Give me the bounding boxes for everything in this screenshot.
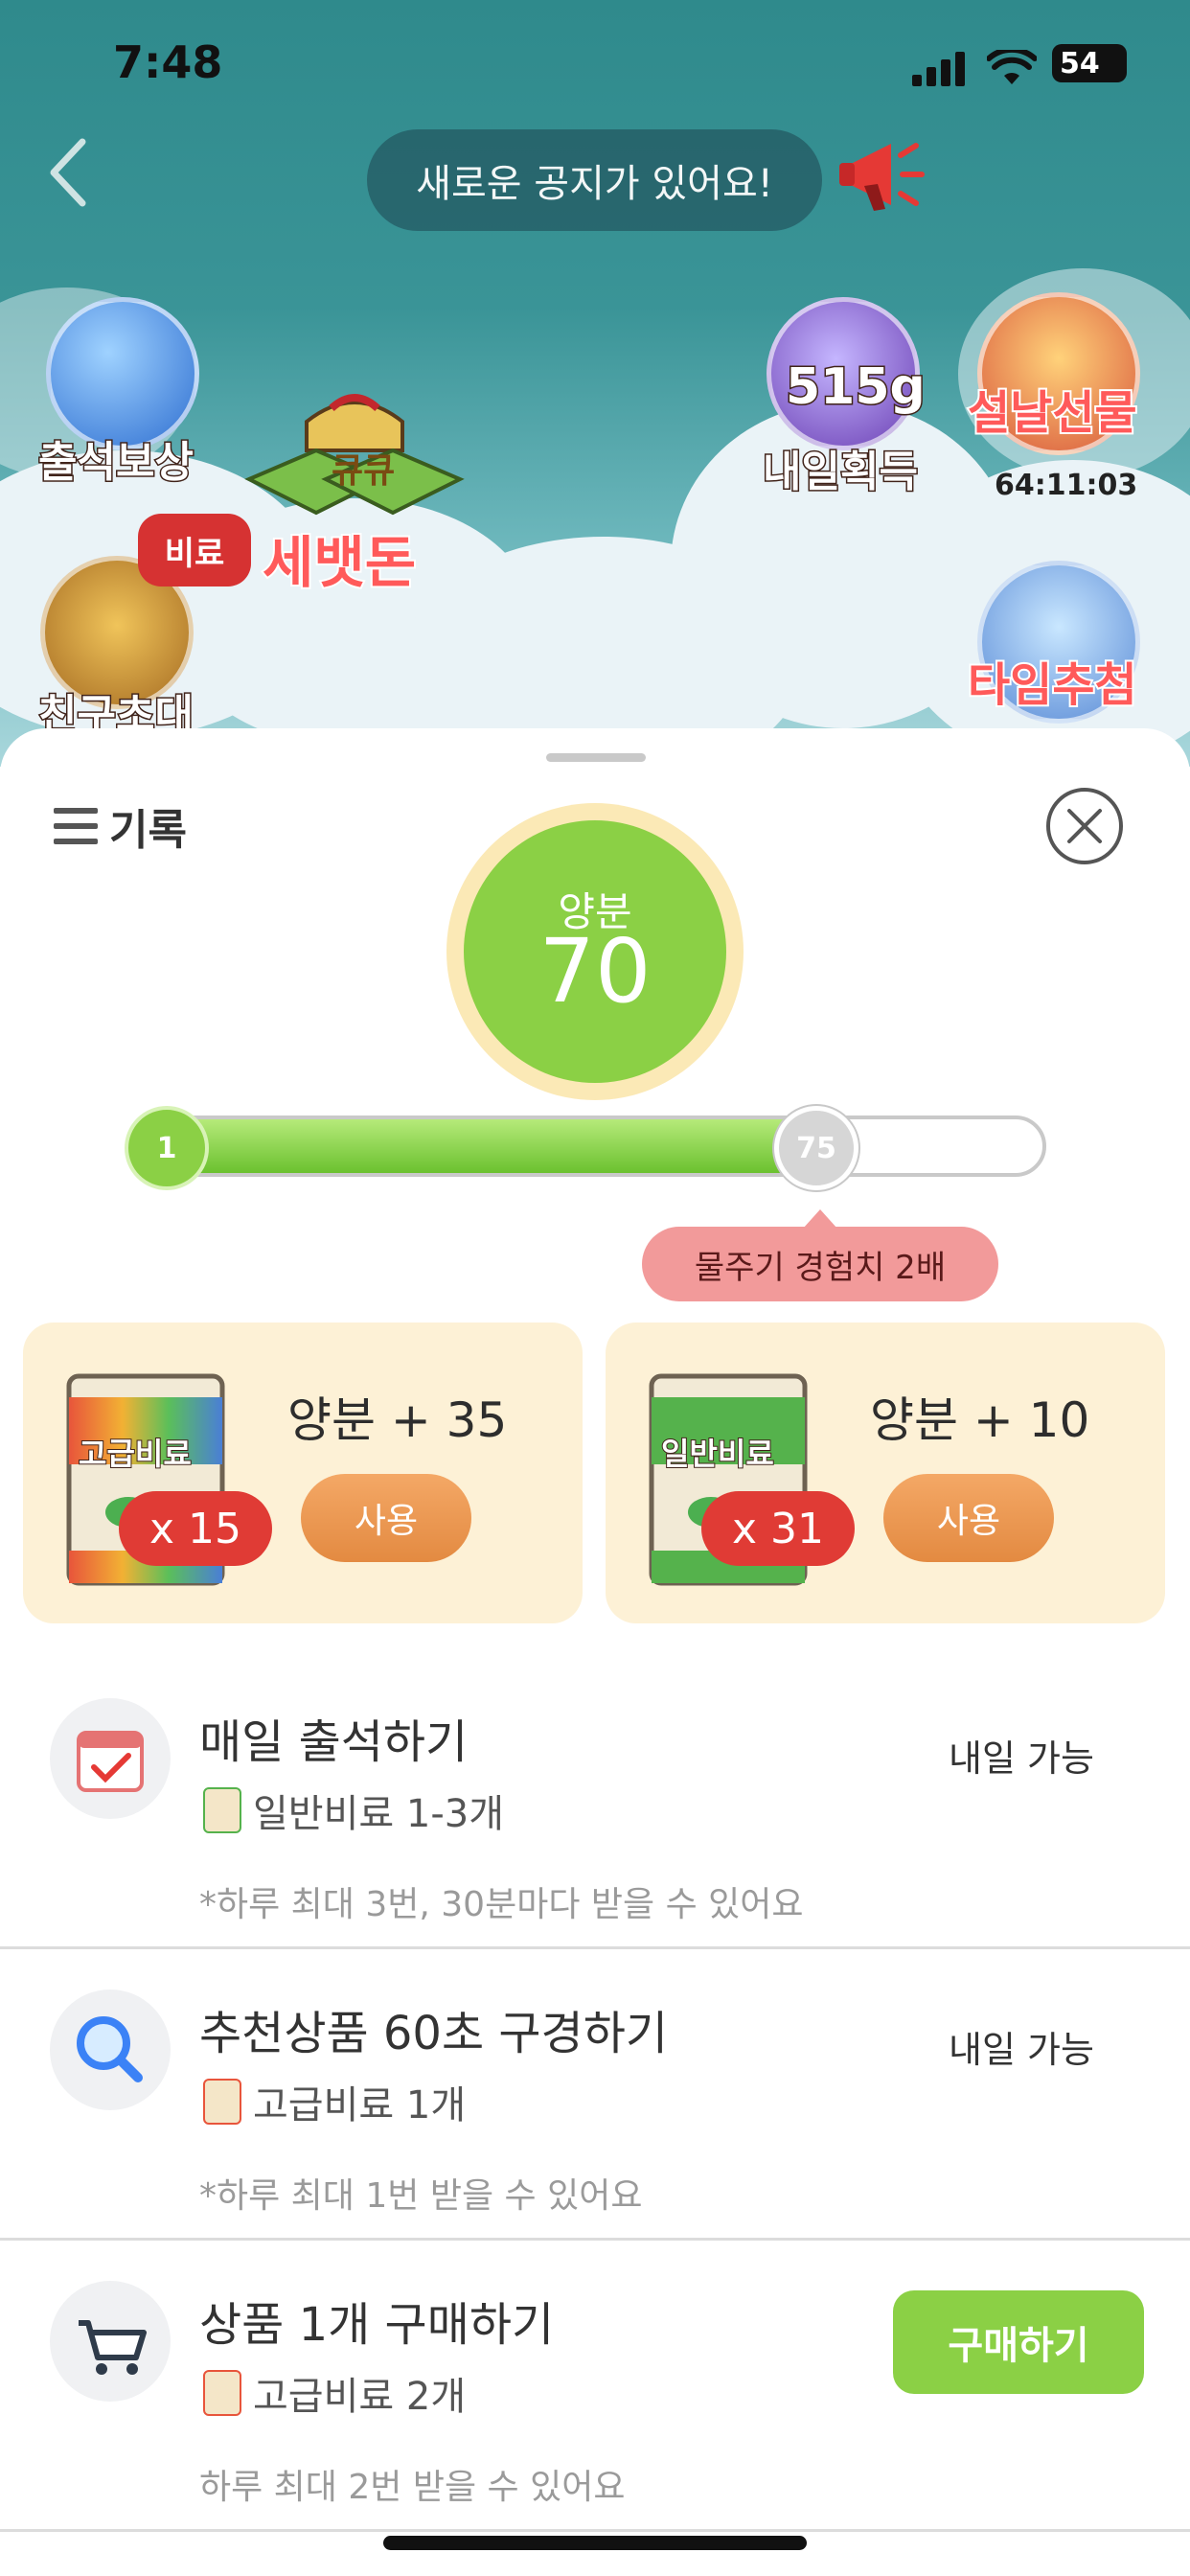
regular-fertilizer-mini-icon bbox=[203, 1787, 241, 1833]
battery-level: 54 bbox=[1060, 46, 1100, 80]
milestone-tooltip: 물주기 경험치 2배 bbox=[642, 1209, 998, 1301]
home-indicator[interactable] bbox=[383, 2536, 807, 2550]
notice-banner[interactable]: 새로운 공지가 있어요! bbox=[367, 129, 822, 231]
task-title: 매일 출석하기 bbox=[199, 1715, 469, 1769]
tomorrow-amount: 515g bbox=[785, 357, 927, 418]
invite-friend-button[interactable]: 비료 친구초대 bbox=[33, 514, 251, 742]
sebaetdon-event-button[interactable]: 큐큐 세뱃돈 bbox=[240, 383, 469, 604]
invite-badge: 비료 bbox=[138, 514, 251, 586]
calendar-icon bbox=[50, 1698, 171, 1819]
sheet-grabber[interactable] bbox=[546, 753, 646, 762]
task-note: *하루 최대 3번, 30분마다 받을 수 있어요 bbox=[199, 1885, 804, 1924]
progress-start-marker: 1 bbox=[125, 1106, 209, 1190]
search-icon bbox=[50, 1990, 171, 2110]
task-reward-text: 일반비료 1-3개 bbox=[253, 1792, 505, 1836]
seollal-gift-label: 설날선물 bbox=[966, 384, 1139, 442]
regular-fertilizer-card: 일반비료 x 31 양분 + 10 사용 bbox=[606, 1322, 1165, 1623]
attendance-reward-button[interactable]: 출석보상 bbox=[37, 297, 211, 489]
buy-button[interactable]: 구매하기 bbox=[893, 2290, 1144, 2394]
battery-icon: 54 bbox=[1052, 44, 1127, 82]
progress-milestone-marker: 75 bbox=[774, 1106, 858, 1190]
premium-fertilizer-mini-icon bbox=[203, 2079, 241, 2125]
premium-fertilizer-card: 고급비료 x 15 양분 + 35 사용 bbox=[23, 1322, 583, 1623]
close-button[interactable] bbox=[1044, 786, 1125, 866]
fertilizer-sheet: 기록 양분 70 1 75 물주기 경험치 2배 고급비료 x 15 양분 + … bbox=[0, 728, 1190, 2576]
seollal-gift-button[interactable]: 설날선물 64:11:03 bbox=[966, 292, 1179, 503]
task-status: 내일 가능 bbox=[949, 1737, 1094, 1780]
shopping-cart-icon bbox=[50, 2281, 171, 2402]
task-note: *하루 최대 1번 받을 수 있어요 bbox=[199, 2176, 643, 2216]
premium-fertilizer-gain: 양분 + 35 bbox=[287, 1392, 508, 1448]
history-button[interactable]: 기록 bbox=[54, 795, 187, 857]
premium-fertilizer-mini-icon bbox=[203, 2370, 241, 2416]
regular-fertilizer-gain: 양분 + 10 bbox=[870, 1392, 1090, 1448]
clock: 7:48 bbox=[113, 36, 223, 88]
seollal-timer: 64:11:03 bbox=[995, 469, 1138, 502]
time-draw-label: 타임추첨 bbox=[966, 656, 1139, 714]
sebaetdon-bag-sign: 큐큐 bbox=[332, 451, 396, 491]
tomorrow-earnings-label: 내일획득 bbox=[762, 447, 920, 498]
premium-fertilizer-count: x 15 bbox=[119, 1491, 272, 1566]
cellular-signal-icon bbox=[912, 52, 965, 86]
nutrient-progress-bar bbox=[130, 1116, 1046, 1177]
task-buy-product: 상품 1개 구매하기 고급비료 2개 하루 최대 2번 받을 수 있어요 구매하… bbox=[0, 2242, 1190, 2532]
nutrient-value: 70 bbox=[538, 920, 652, 1023]
task-reward: 고급비료 2개 bbox=[203, 2365, 466, 2421]
task-daily-attendance: 매일 출석하기 일반비료 1-3개 *하루 최대 3번, 30분마다 받을 수 … bbox=[0, 1660, 1190, 1949]
tomorrow-earnings-button[interactable]: 515g 내일획득 bbox=[757, 297, 949, 498]
use-premium-fertilizer-button[interactable]: 사용 bbox=[301, 1474, 471, 1562]
task-note: 하루 최대 2번 받을 수 있어요 bbox=[199, 2468, 626, 2507]
sebaetdon-label: 세뱃돈 bbox=[261, 528, 418, 597]
megaphone-icon[interactable] bbox=[835, 126, 931, 222]
menu-icon bbox=[54, 808, 98, 844]
nutrient-progress-fill bbox=[134, 1119, 798, 1173]
task-reward-text: 고급비료 1개 bbox=[253, 2083, 467, 2128]
nutrient-gauge: 양분 70 bbox=[446, 803, 744, 1100]
task-title: 추천상품 60초 구경하기 bbox=[199, 2007, 669, 2060]
task-title: 상품 1개 구매하기 bbox=[199, 2298, 555, 2352]
back-button[interactable] bbox=[42, 134, 100, 211]
status-bar: 7:48 54 bbox=[0, 0, 1190, 125]
time-draw-button[interactable]: 타임추첨 bbox=[966, 561, 1179, 733]
task-reward: 고급비료 1개 bbox=[203, 2074, 466, 2129]
regular-fertilizer-bag-label: 일반비료 bbox=[660, 1435, 775, 1473]
premium-fertilizer-bag-label: 고급비료 bbox=[78, 1435, 193, 1473]
use-regular-fertilizer-button[interactable]: 사용 bbox=[883, 1474, 1054, 1562]
attendance-reward-label: 출석보상 bbox=[37, 437, 195, 489]
task-browse-products: 추천상품 60초 구경하기 고급비료 1개 *하루 최대 1번 받을 수 있어요… bbox=[0, 1951, 1190, 2241]
task-reward-text: 고급비료 2개 bbox=[253, 2375, 467, 2419]
wifi-icon bbox=[987, 50, 1037, 84]
task-reward: 일반비료 1-3개 bbox=[203, 1782, 504, 1838]
task-status: 내일 가능 bbox=[949, 2029, 1094, 2071]
regular-fertilizer-count: x 31 bbox=[701, 1491, 855, 1566]
history-label: 기록 bbox=[109, 806, 187, 855]
